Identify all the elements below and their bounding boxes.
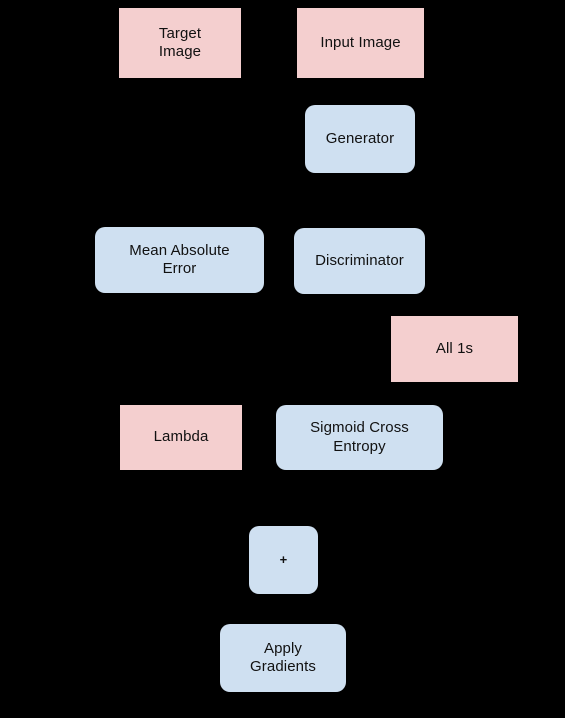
arrowhead-mean-absolute-error-to-lambda bbox=[176, 398, 186, 405]
edge-lambda-to-sum-v1 bbox=[180, 470, 182, 498]
edge-mean-absolute-error-to-lambda bbox=[178, 293, 181, 398]
arrowhead-all-ones-to-sigmoid-cross-entropy bbox=[354, 398, 365, 405]
edge-lambda-to-sum-h bbox=[181, 497, 284, 499]
node-input-image[interactable]: Input Image bbox=[297, 8, 424, 78]
arrowhead-input-image-to-generator bbox=[355, 98, 365, 105]
node-apply-gradients[interactable]: Apply Gradients bbox=[220, 624, 346, 692]
node-sum[interactable]: + bbox=[249, 526, 318, 594]
edge-sigmoid-cross-entropy-to-sum-v2 bbox=[282, 498, 285, 519]
edge-sigmoid-cross-entropy-to-sum-v1 bbox=[358, 470, 361, 498]
arrowhead-target-image-to-mean-absolute-error bbox=[174, 220, 185, 227]
edge-input-image-to-generator bbox=[359, 78, 362, 98]
node-lambda[interactable]: Lambda bbox=[120, 405, 242, 470]
node-generator[interactable]: Generator bbox=[305, 105, 415, 173]
node-mean-absolute-error[interactable]: Mean Absolute Error bbox=[95, 227, 264, 293]
edge-discriminator-to-sigmoid-cross-entropy bbox=[358, 294, 361, 398]
node-sigmoid-cross-entropy[interactable]: Sigmoid Cross Entropy bbox=[276, 405, 443, 470]
node-all-ones[interactable]: All 1s bbox=[391, 316, 518, 382]
node-discriminator[interactable]: Discriminator bbox=[294, 228, 425, 294]
diagram-canvas: Target Image Input Image Generator Mean Abs… bbox=[0, 0, 565, 718]
edge-target-image-to-mean-absolute-error bbox=[179, 78, 181, 220]
arrowhead-generator-to-discriminator bbox=[354, 221, 365, 228]
edge-generator-to-mean-absolute-error-v1 bbox=[359, 173, 361, 200]
arrowhead-sigmoid-cross-entropy-to-sum bbox=[278, 519, 289, 526]
edge-sum-to-apply-gradients bbox=[282, 594, 285, 617]
edge-generator-to-mean-absolute-error-h bbox=[179, 199, 360, 201]
edge-all-ones-to-sigmoid-cross-entropy-h bbox=[359, 392, 455, 395]
node-target-image[interactable]: Target Image bbox=[119, 8, 241, 78]
edge-sigmoid-cross-entropy-to-sum-h bbox=[283, 497, 360, 499]
arrowhead-sum-to-apply-gradients bbox=[278, 617, 288, 624]
